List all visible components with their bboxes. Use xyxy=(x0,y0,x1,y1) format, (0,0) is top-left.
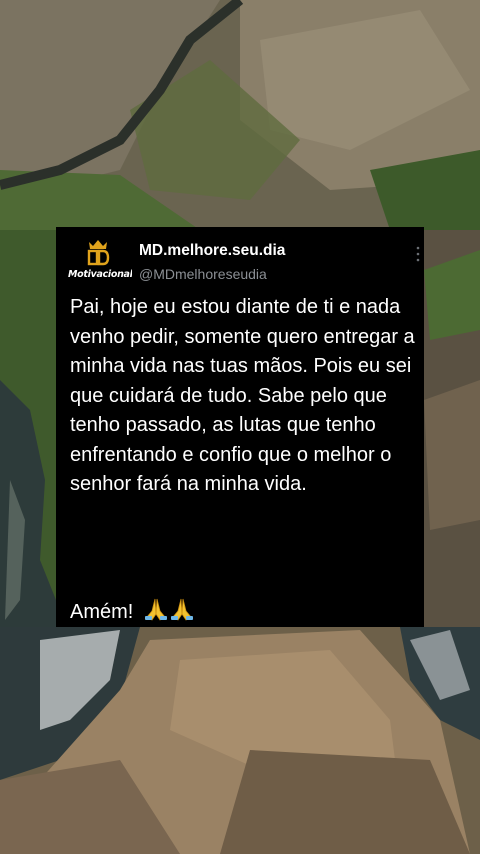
crown-logo-icon xyxy=(87,240,110,266)
praying-hands-icon xyxy=(143,597,195,630)
closing-text: Amém! xyxy=(70,601,134,623)
tweet-card: Motivacional MD.melhore.seu.dia @MDmelho… xyxy=(56,227,424,627)
tweet-header: Motivacional MD.melhore.seu.dia @MDmelho… xyxy=(56,227,424,289)
tweet-closing: Amém! xyxy=(70,597,195,630)
avatar-logo-text: Motivacional xyxy=(68,269,132,280)
display-name[interactable]: MD.melhore.seu.dia xyxy=(139,242,285,260)
avatar[interactable]: Motivacional xyxy=(68,239,132,283)
vertical-dots-icon[interactable] xyxy=(414,245,422,263)
tweet-body: Pai, hoje eu estou diante de ti e nada v… xyxy=(70,296,421,495)
user-handle[interactable]: @MDmelhoreseudia xyxy=(139,266,267,282)
